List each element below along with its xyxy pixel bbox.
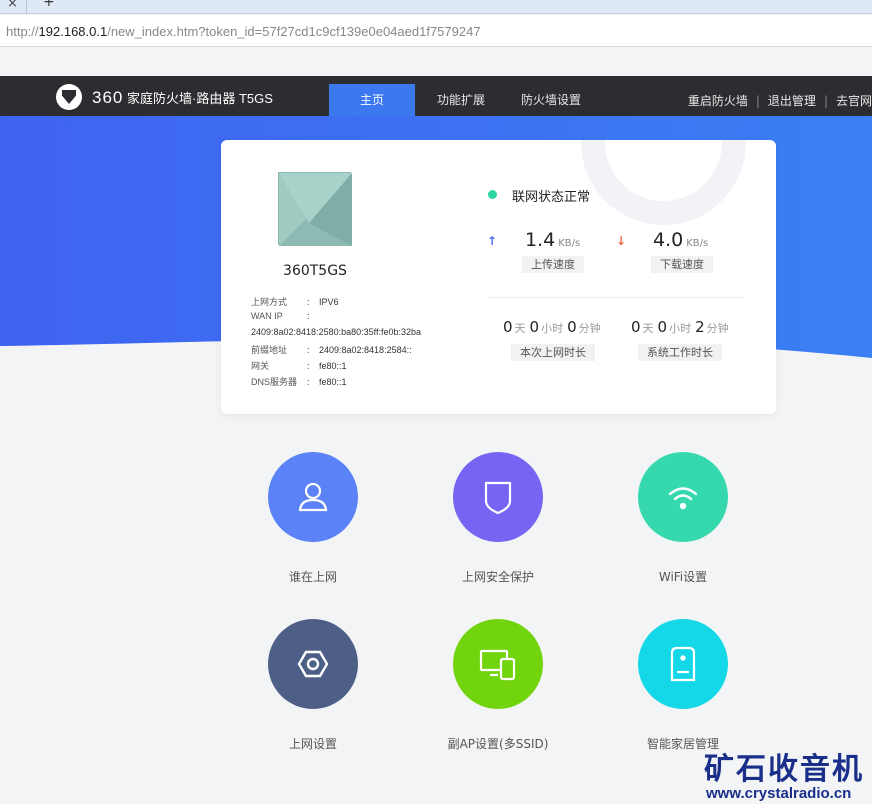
info-row-wan-ip-value: 2409:8a02:8418:2580:ba80:35ff:fe0b:32ba xyxy=(251,327,421,337)
link-separator: | xyxy=(755,94,760,108)
devices-icon[interactable] xyxy=(453,619,543,709)
system-uptime: 0 天 0 小时 2 分钟 xyxy=(631,318,729,336)
tab-extensions[interactable]: 功能扩展 xyxy=(425,76,497,116)
logout-link[interactable]: 退出管理 xyxy=(768,94,816,108)
info-row-connection-type: 上网方式: IPV6 xyxy=(251,297,339,307)
watermark-url: www.crystalradio.cn xyxy=(706,785,852,802)
shield-logo-icon xyxy=(56,84,82,110)
system-uptime-label: 系统工作时长 xyxy=(638,344,722,361)
feature-label: 上网设置 xyxy=(288,737,337,751)
link-separator: | xyxy=(823,94,828,108)
router-header: 360 家庭防火墙·路由器 T5GS 主页 功能扩展 防火墙设置 重启防火墙 | 退… xyxy=(0,76,872,116)
card-divider xyxy=(488,297,746,298)
feature-internet-settings[interactable]: 上网设置 xyxy=(238,619,388,752)
watermark-title: 矿石收音机 xyxy=(704,752,864,787)
status-card: 360T5GS 上网方式: IPV6 WAN IP: 2409:8a02:8418… xyxy=(221,140,776,414)
smart-home-icon[interactable] xyxy=(638,619,728,709)
upload-speed: 1.4 KB/s xyxy=(525,229,581,251)
product-logo: 360 家庭防火墙·路由器 T5GS xyxy=(92,88,273,108)
shield-icon[interactable] xyxy=(453,452,543,542)
user-icon[interactable] xyxy=(268,452,358,542)
tab-divider xyxy=(26,0,27,14)
url-text[interactable]: http://192.168.0.1/new_index.htm?token_i… xyxy=(6,24,481,39)
feature-smart-home[interactable]: 智能家居管理 xyxy=(608,619,758,752)
feature-who-online[interactable]: 谁在上网 xyxy=(238,452,388,585)
info-row-gateway: 网关: fe80::1 xyxy=(251,361,347,371)
info-row-dns: DNS服务器: fe80::1 xyxy=(251,377,347,387)
tab-close-icon[interactable]: × xyxy=(7,0,18,11)
hex-nut-icon[interactable] xyxy=(268,619,358,709)
tab-home[interactable]: 主页 xyxy=(329,84,415,116)
online-duration-label: 本次上网时长 xyxy=(511,344,595,361)
download-speed-label: 下载速度 xyxy=(651,256,713,273)
official-site-link[interactable]: 去官网 xyxy=(836,94,872,108)
device-name: 360T5GS xyxy=(283,263,347,279)
decorative-ring xyxy=(581,140,746,225)
info-row-wan-ip: WAN IP: xyxy=(251,311,310,321)
download-speed: 4.0 KB/s xyxy=(653,229,709,251)
logo-product-name: 家庭防火墙·路由器 T5GS xyxy=(127,91,273,106)
feature-label: WiFi设置 xyxy=(658,570,708,584)
restart-firewall-link[interactable]: 重启防火墙 xyxy=(688,94,748,108)
url-scheme: http:// xyxy=(6,24,39,39)
logo-number: 360 xyxy=(92,88,124,107)
info-row-prefix: 前缀地址:2409:8a02:8418:2584:: xyxy=(251,345,412,355)
feature-security-protection[interactable]: 上网安全保护 xyxy=(423,452,573,585)
header-links: 重启防火墙 | 退出管理 | 去官网 xyxy=(688,92,872,109)
new-tab-button[interactable]: + xyxy=(43,0,55,9)
url-host: 192.168.0.1 xyxy=(38,24,108,39)
feature-label: 副AP设置(多SSID) xyxy=(447,737,549,751)
tab-firewall-settings[interactable]: 防火墙设置 xyxy=(508,76,594,116)
feature-label: 上网安全保护 xyxy=(461,570,534,584)
upload-arrow-icon: ↑ xyxy=(487,234,498,248)
feature-label: 谁在上网 xyxy=(288,570,337,584)
online-duration: 0 天 0 小时 0 分钟 xyxy=(503,318,601,336)
browser-tab-strip: × + xyxy=(0,0,872,14)
address-bar[interactable]: http://192.168.0.1/new_index.htm?token_i… xyxy=(0,15,872,47)
wifi-icon[interactable] xyxy=(638,452,728,542)
feature-secondary-ap[interactable]: 副AP设置(多SSID) xyxy=(423,619,573,752)
router-device-image xyxy=(278,172,352,246)
download-arrow-icon: ↓ xyxy=(616,234,627,248)
feature-wifi-settings[interactable]: WiFi设置 xyxy=(608,452,758,585)
status-dot-icon xyxy=(488,190,497,199)
connection-status: 联网状态正常 xyxy=(512,190,591,205)
upload-speed-label: 上传速度 xyxy=(522,256,584,273)
url-path: /new_index.htm?token_id=57f27cd1c9cf139e… xyxy=(107,24,481,39)
